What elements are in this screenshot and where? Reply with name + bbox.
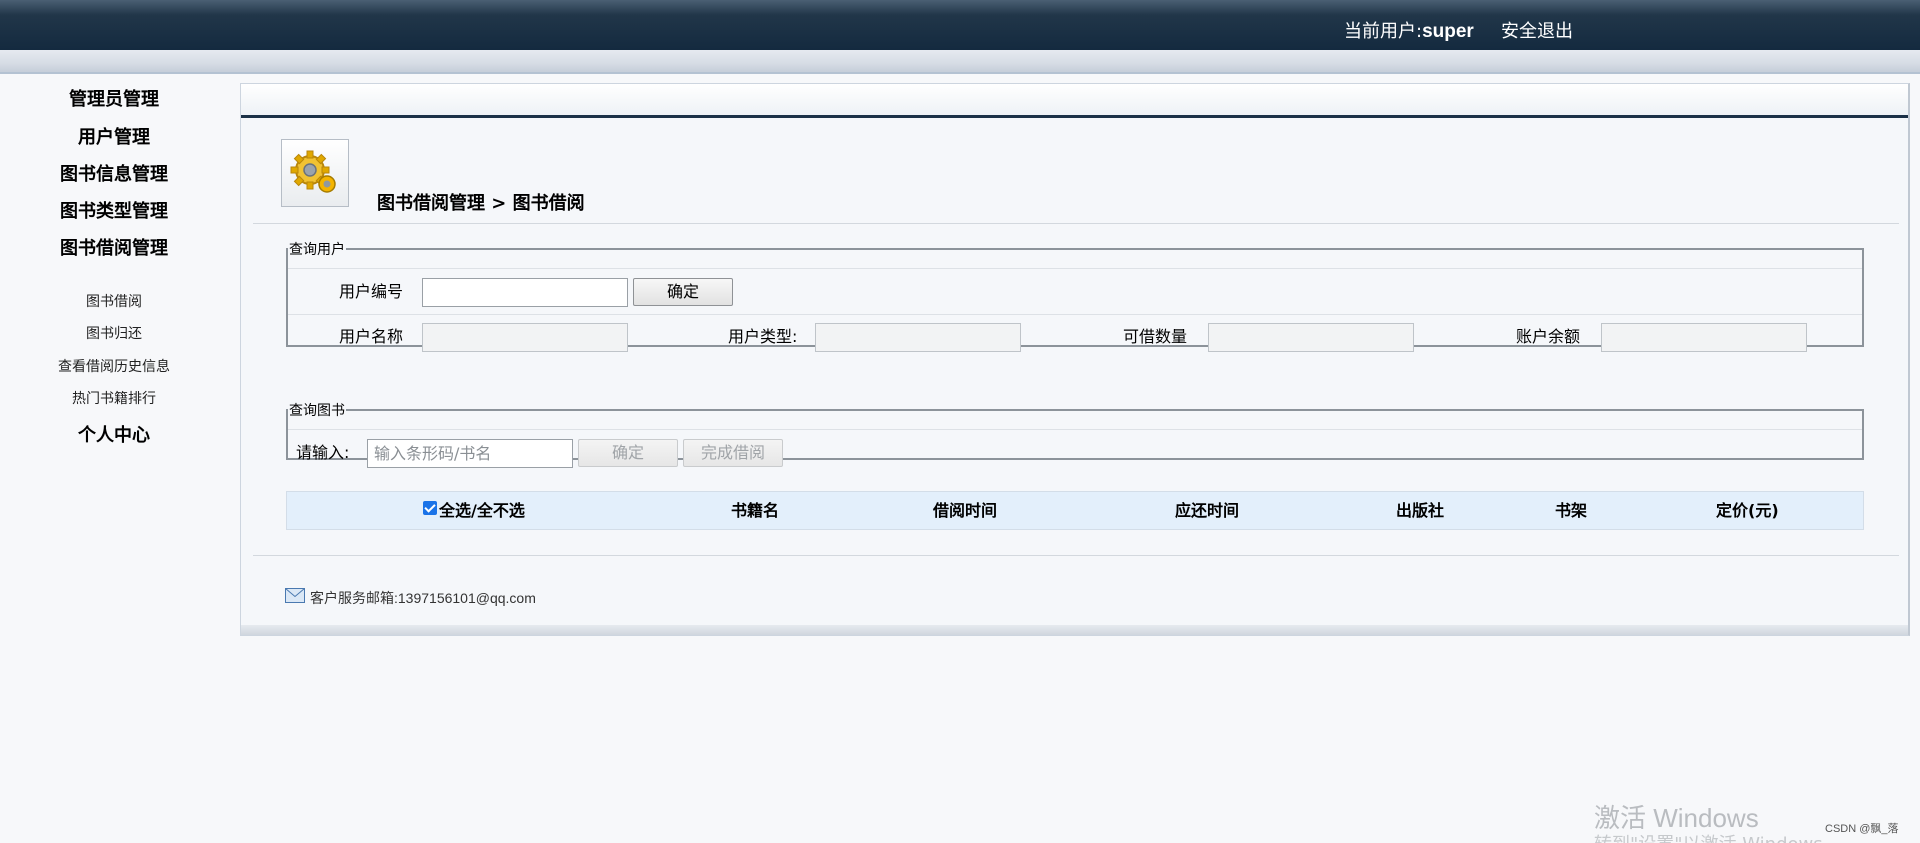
mail-icon [285, 588, 305, 603]
column-price: 定价(元) [1716, 501, 1779, 520]
user-id-input[interactable] [422, 278, 628, 307]
user-name-label: 用户名称 [339, 327, 404, 346]
sidebar-subitem-return-book[interactable]: 图书归还 [0, 324, 228, 344]
finish-borrow-button[interactable]: 完成借阅 [683, 439, 783, 467]
windows-activation-subtext: 转到"设置"以激活 Windows。 [1594, 830, 1841, 843]
csdn-watermark: CSDN @飘_落 [1825, 823, 1899, 835]
row-divider [288, 268, 1862, 269]
borrow-count-field[interactable] [1208, 323, 1414, 352]
sidebar-item-book-type-management[interactable]: 图书类型管理 [0, 200, 228, 224]
column-borrow-time: 借阅时间 [933, 501, 998, 520]
balance-label: 账户余额 [1516, 327, 1581, 346]
column-due-time: 应还时间 [1175, 501, 1240, 520]
sidebar-subitem-popular-books[interactable]: 热门书籍排行 [0, 389, 228, 409]
user-confirm-button[interactable]: 确定 [633, 278, 733, 306]
query-user-legend: 查询用户 [289, 242, 345, 258]
sidebar-subitem-borrow-book[interactable]: 图书借阅 [0, 292, 228, 312]
panel-header-bar [241, 84, 1908, 118]
balance-field[interactable] [1601, 323, 1807, 352]
current-user-label: 当前用户: [1344, 21, 1423, 42]
user-type-field[interactable] [815, 323, 1021, 352]
query-user-fieldset: 查询用户 用户编号 确定 用户名称 用户类型: 可借数量 账户余额 [286, 239, 1864, 352]
select-all-checkbox[interactable] [423, 501, 437, 515]
borrow-count-label: 可借数量 [1123, 327, 1188, 346]
panel-footer-bar [241, 625, 1908, 635]
sidebar-item-book-info-management[interactable]: 图书信息管理 [0, 163, 228, 187]
user-id-label: 用户编号 [339, 282, 404, 301]
column-book-name: 书籍名 [731, 501, 780, 520]
gear-icon [290, 150, 336, 193]
support-email: 客户服务邮箱:1397156101@qq.com [310, 588, 536, 608]
row-divider [288, 429, 1862, 430]
current-user: 当前用户:super [1344, 20, 1474, 44]
user-type-label: 用户类型: [728, 327, 798, 346]
header-subbar [0, 50, 1920, 74]
column-shelf: 书架 [1555, 501, 1588, 520]
divider [253, 555, 1899, 556]
book-confirm-button[interactable]: 确定 [578, 439, 678, 467]
book-search-input[interactable] [367, 439, 573, 468]
sidebar-item-borrow-management[interactable]: 图书借阅管理 [0, 237, 228, 261]
current-username: super [1422, 21, 1474, 42]
gear-logo [281, 139, 349, 207]
select-all-label[interactable]: 全选/全不选 [439, 501, 525, 521]
query-book-legend: 查询图书 [289, 403, 345, 419]
support-email-label: 客户服务邮箱: [310, 590, 398, 606]
book-query-label: 请输入: [296, 443, 350, 462]
sidebar-item-admin-management[interactable]: 管理员管理 [0, 88, 228, 112]
column-publisher: 出版社 [1396, 501, 1445, 520]
top-header: 当前用户:super 安全退出 [0, 0, 1920, 50]
sidebar-item-personal-center[interactable]: 个人中心 [0, 424, 228, 448]
breadcrumb: 图书借阅管理 > 图书借阅 [377, 193, 585, 214]
borrow-table-header: 全选/全不选 书籍名 借阅时间 应还时间 出版社 书架 定价(元) [286, 491, 1864, 530]
support-email-value: 1397156101@qq.com [397, 590, 536, 606]
main-panel: 图书借阅管理 > 图书借阅 查询用户 用户编号 确定 用户名称 用户类型: 可借… [240, 83, 1910, 636]
divider [253, 223, 1899, 224]
user-name-field[interactable] [422, 323, 628, 352]
row-divider [288, 314, 1862, 315]
sidebar-subitem-borrow-history[interactable]: 查看借阅历史信息 [0, 357, 228, 377]
logout-link[interactable]: 安全退出 [1501, 20, 1573, 44]
query-book-fieldset: 查询图书 请输入: 确定 完成借阅 [286, 400, 1864, 468]
sidebar-item-user-management[interactable]: 用户管理 [0, 126, 228, 150]
